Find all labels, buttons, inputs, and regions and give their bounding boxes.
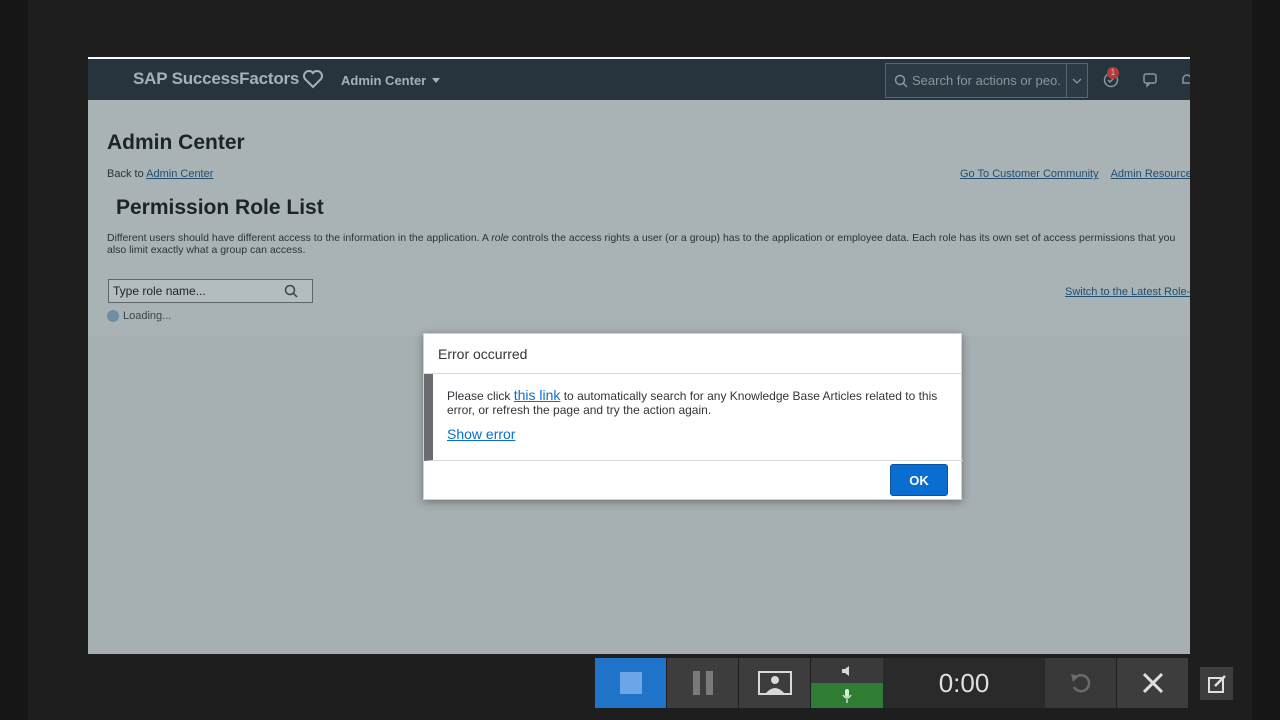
description-text-3: also limit exactly what a group can acce… — [107, 244, 306, 256]
loading-text: Loading... — [123, 310, 172, 322]
module-label: Admin Center — [341, 73, 427, 88]
header-links: Go To Customer Community Admin Resources — [960, 168, 1190, 180]
error-dialog: Error occurred Please click this link to… — [423, 333, 963, 500]
brand-name: SAP SuccessFactors — [133, 69, 300, 88]
switch-to-latest-link[interactable]: Switch to the Latest Role-B — [1065, 286, 1190, 298]
heart-icon — [303, 70, 324, 89]
bell-icon[interactable] — [1178, 71, 1190, 89]
recording-timer: 0:00 — [883, 658, 1045, 708]
description-text-2: controls the access rights a user (or a … — [508, 232, 1176, 244]
webcam-button[interactable] — [739, 658, 811, 708]
role-search[interactable] — [108, 279, 313, 303]
pause-icon — [692, 671, 713, 695]
show-error-link[interactable]: Show error — [447, 427, 515, 441]
message-prefix: Please click — [447, 389, 514, 403]
kba-link[interactable]: this link — [514, 387, 561, 403]
global-search-input[interactable] — [912, 73, 1062, 88]
undo-button[interactable] — [1045, 658, 1117, 708]
search-icon[interactable] — [284, 284, 298, 298]
search-dropdown-icon[interactable] — [1066, 64, 1087, 97]
close-icon — [1142, 672, 1163, 694]
description-text-1: Different users should have different ac… — [107, 232, 492, 244]
close-recorder-button[interactable] — [1117, 658, 1189, 708]
chat-icon[interactable] — [1141, 71, 1159, 89]
chevron-down-icon — [432, 78, 441, 83]
notification-badge: 1 — [1107, 67, 1119, 79]
back-to-admin-center-link[interactable]: Admin Center — [146, 168, 213, 180]
global-search[interactable] — [885, 63, 1088, 98]
role-search-input[interactable] — [109, 284, 284, 298]
dialog-body: Please click this link to automatically … — [424, 374, 963, 461]
microphone-button[interactable] — [811, 683, 883, 708]
right-frame — [1252, 0, 1280, 720]
ok-button[interactable]: OK — [890, 464, 948, 496]
dialog-title: Error occurred — [424, 334, 961, 374]
speaker-button[interactable] — [811, 658, 883, 683]
shell-bar: SAP SuccessFactors Admin Center 1 — [88, 59, 1190, 100]
module-picker[interactable]: Admin Center — [341, 73, 441, 88]
description-role: role — [491, 232, 509, 244]
webcam-icon — [757, 671, 792, 695]
recorder-toolbar: 0:00 — [595, 658, 1189, 708]
page-content: Admin Center Back to Admin Center Go To … — [88, 100, 1190, 336]
brand-logo[interactable]: SAP SuccessFactors — [133, 69, 324, 89]
stop-button[interactable] — [595, 658, 667, 708]
breadcrumb-prefix: Back to — [107, 168, 144, 180]
page-description: Different users should have different ac… — [107, 232, 1190, 256]
pause-button[interactable] — [667, 658, 739, 708]
microphone-icon — [842, 688, 852, 703]
switch-link-wrap: Switch to the Latest Role-B — [1065, 286, 1190, 298]
loading-spinner-icon — [107, 310, 119, 322]
customer-community-link[interactable]: Go To Customer Community — [960, 168, 1099, 180]
stop-icon — [619, 672, 642, 694]
speaker-icon — [842, 665, 849, 676]
edit-button[interactable] — [1200, 667, 1233, 700]
dialog-message: Please click this link to automatically … — [447, 388, 949, 417]
loading-indicator: Loading... — [107, 310, 171, 322]
audio-controls — [811, 658, 883, 708]
left-frame — [0, 0, 28, 720]
page-title: Permission Role List — [116, 196, 324, 219]
page-heading: Admin Center — [107, 131, 245, 154]
edit-icon — [1207, 674, 1226, 693]
search-icon — [890, 74, 912, 88]
admin-resources-link[interactable]: Admin Resources — [1111, 168, 1190, 180]
undo-icon — [1070, 674, 1090, 693]
breadcrumb: Back to Admin Center — [107, 168, 213, 180]
